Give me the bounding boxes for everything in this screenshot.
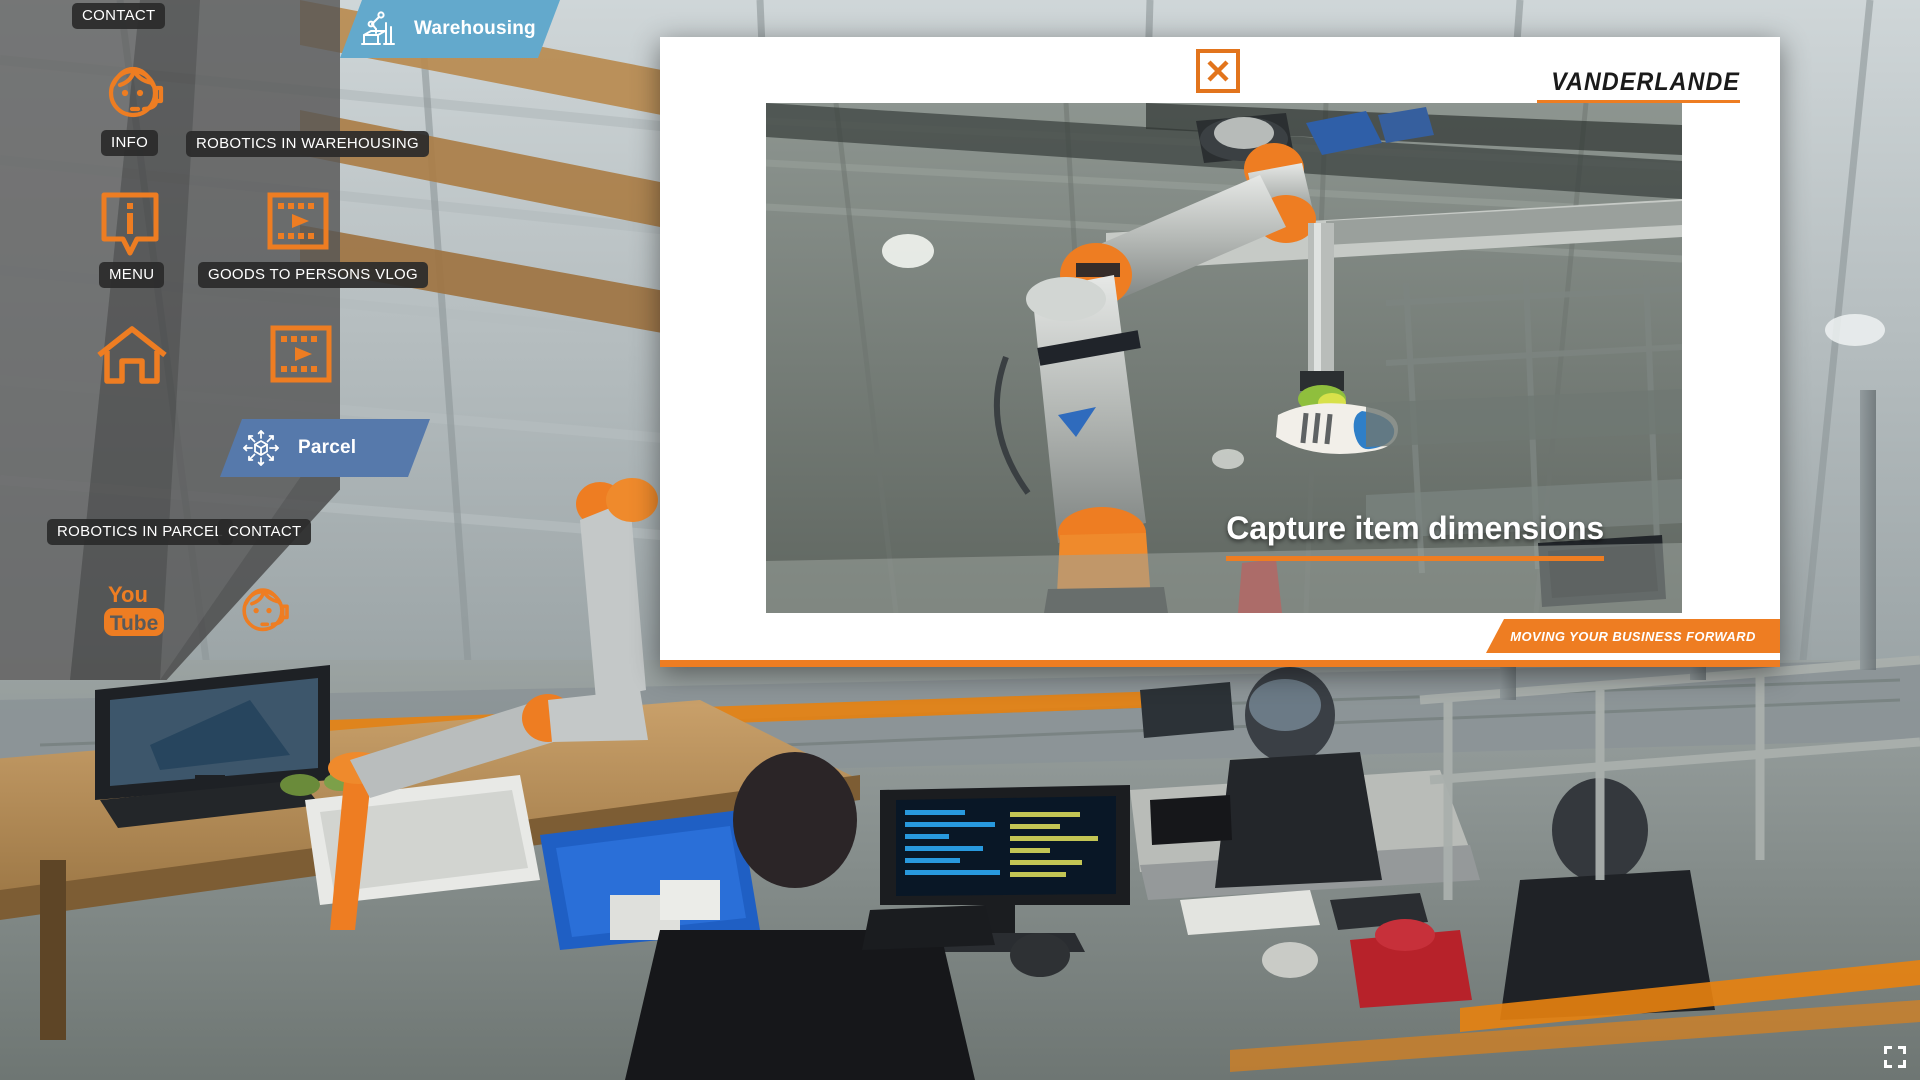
home-icon — [97, 326, 167, 384]
youtube-icon: You Tube — [104, 582, 164, 636]
sector-tab-warehousing[interactable]: Warehousing — [340, 0, 560, 58]
film-play-icon — [270, 325, 332, 383]
sidebar-video-robotics-parcel-icon-button[interactable] — [270, 325, 332, 383]
sidebar-item-contact-avatar[interactable] — [232, 578, 294, 638]
video-caption-rule — [1226, 556, 1604, 561]
sidebar-contact-bottom-chip[interactable]: CONTACT — [218, 519, 312, 545]
sidebar-item-info[interactable] — [98, 55, 168, 125]
sidebar-contact-bottom-label: CONTACT — [228, 523, 302, 540]
vanderlande-logo: VANDERLANDE — [1536, 68, 1740, 103]
sidebar-item-info-label: INFO — [111, 134, 149, 151]
sidebar-item-info-label-chip[interactable]: INFO — [101, 130, 159, 156]
sidebar-item-home[interactable] — [95, 325, 169, 385]
sidebar-video-goods-to-persons-icon-button[interactable] — [267, 192, 329, 250]
sidebar-video-robotics-parcel-chip[interactable]: ROBOTICS IN PARCEL — [47, 519, 233, 545]
video-modal: VANDERLANDE Capture item dimensions MOVI… — [660, 37, 1780, 667]
sidebar-contact-top-label: CONTACT — [82, 7, 156, 24]
video-player[interactable]: Capture item dimensions — [766, 103, 1682, 613]
svg-text:You: You — [108, 582, 148, 607]
sidebar-video-robotics-warehousing-label: ROBOTICS IN WAREHOUSING — [196, 135, 420, 152]
sidebar-item-menu-label: MENU — [109, 266, 155, 283]
slogan-text: MOVING YOUR BUSINESS FORWARD — [1510, 628, 1756, 644]
parcel-routing-icon — [240, 428, 282, 468]
film-play-icon — [267, 192, 329, 250]
svg-text:Tube: Tube — [110, 612, 159, 635]
slogan-banner: MOVING YOUR BUSINESS FORWARD — [1486, 619, 1780, 653]
sector-tab-parcel[interactable]: Parcel — [220, 419, 430, 477]
headset-avatar-icon — [242, 588, 289, 632]
sector-tab-warehousing-label: Warehousing — [414, 18, 536, 39]
sidebar-video-goods-to-persons-chip[interactable]: GOODS TO PERSONS VLOG — [198, 262, 428, 288]
sidebar-contact-top-chip[interactable]: CONTACT — [72, 3, 166, 29]
sector-tab-parcel-label: Parcel — [298, 437, 357, 458]
sidebar-item-youtube[interactable]: You Tube — [101, 578, 167, 640]
info-bubble-icon — [101, 192, 159, 256]
vanderlande-logo-text: VANDERLANDE — [1551, 68, 1740, 96]
headset-avatar-icon — [108, 66, 164, 118]
video-caption-text: Capture item dimensions — [1226, 510, 1604, 546]
sidebar-video-robotics-warehousing-chip[interactable]: ROBOTICS IN WAREHOUSING — [186, 131, 430, 157]
video-caption: Capture item dimensions — [1226, 510, 1604, 561]
close-x-glyph — [1207, 60, 1229, 82]
fullscreen-glyph — [1884, 1046, 1906, 1068]
fullscreen-icon[interactable] — [1882, 1044, 1908, 1070]
robot-arm-icon — [360, 11, 398, 47]
sidebar-item-menu[interactable] — [99, 190, 161, 258]
sidebar-video-robotics-parcel-label: ROBOTICS IN PARCEL — [57, 523, 223, 540]
sidebar-video-goods-to-persons-label: GOODS TO PERSONS VLOG — [208, 266, 418, 283]
close-icon[interactable] — [1196, 49, 1240, 93]
sidebar-item-menu-label-chip[interactable]: MENU — [99, 262, 165, 288]
